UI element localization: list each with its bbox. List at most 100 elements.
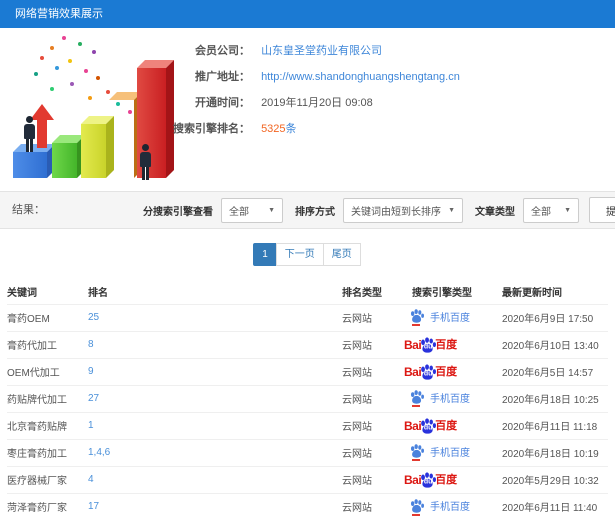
submit-button[interactable]: 提交 bbox=[589, 197, 615, 223]
engine-type-cell: 手机百度 bbox=[402, 303, 502, 331]
updated-cell: 2020年6月18日 10:25 bbox=[502, 384, 608, 412]
rank-cell: 9 bbox=[88, 357, 342, 385]
results-table: 关键词 排名 排名类型 搜索引擎类型 最新更新时间 膏药OEM 25 云网站 手机百度… bbox=[7, 280, 608, 520]
rank-link[interactable]: 27 bbox=[88, 393, 99, 404]
keyword-cell: 药贴牌代加工 bbox=[7, 384, 88, 412]
sort-select-value: 关键词由短到长排序 bbox=[351, 206, 441, 218]
mobile-baidu-logo: 手机百度 bbox=[410, 444, 470, 462]
table-row: 枣庄膏药加工 1,4,6 云网站 手机百度 2020年6月18日 10:19 bbox=[7, 438, 608, 466]
baidu-bai-text: Bai bbox=[404, 473, 422, 487]
rank-cell: 1 bbox=[88, 411, 342, 439]
updated-cell: 2020年6月18日 10:19 bbox=[502, 438, 608, 466]
article-type-select[interactable]: 全部 ▼ bbox=[523, 197, 579, 223]
engine-type-cell: Bai du 百度 bbox=[402, 411, 502, 439]
baidu-paw-icon bbox=[410, 390, 424, 404]
engine-type-cell: 手机百度 bbox=[402, 438, 502, 466]
keyword-cell: 膏药代加工 bbox=[7, 330, 88, 358]
rank-link[interactable]: 17 bbox=[88, 501, 99, 512]
rank-type-cell: 云网站 bbox=[342, 492, 402, 520]
rank-link[interactable]: 9 bbox=[88, 366, 94, 377]
col-rank: 排名 bbox=[88, 288, 108, 300]
mobile-baidu-label: 手机百度 bbox=[430, 312, 470, 324]
rank-cell: 27 bbox=[88, 384, 342, 412]
sort-select[interactable]: 关键词由短到长排序 ▼ bbox=[343, 197, 463, 223]
promo-url-link[interactable]: http://www.shandonghuangshengtang.cn bbox=[261, 71, 460, 83]
engine-type-cell: Bai du 百度 bbox=[402, 330, 502, 358]
keyword-cell: 菏泽膏药厂家 bbox=[7, 492, 88, 520]
baidu-du-text: du bbox=[423, 343, 433, 351]
baidu-logo: Bai du 百度 bbox=[404, 364, 458, 380]
mobile-baidu-logo: 手机百度 bbox=[410, 498, 470, 516]
pagination: 1 下一页 尾页 bbox=[0, 229, 615, 280]
keyword-cell: 膏药OEM bbox=[7, 303, 88, 331]
updated-cell: 2020年6月9日 17:50 bbox=[502, 303, 608, 331]
table-row: 医疗器械厂家 4 云网站 Bai du 百度 2020年5月29日 10:32 bbox=[7, 465, 608, 493]
rank-link[interactable]: 1 bbox=[88, 420, 94, 431]
businessman-figure-left bbox=[22, 116, 37, 152]
mobile-baidu-underline bbox=[412, 324, 420, 327]
baidu-du-text: du bbox=[423, 424, 433, 432]
open-time-value: 2019年11月20日 09:08 bbox=[261, 97, 373, 109]
open-time-label: 开通时间： bbox=[195, 97, 250, 109]
engine-select-value: 全部 bbox=[229, 206, 249, 218]
rank-link[interactable]: 25 bbox=[88, 312, 99, 323]
company-name-link[interactable]: 山东皇圣堂药业有限公司 bbox=[261, 45, 382, 57]
rank-link[interactable]: 8 bbox=[88, 339, 94, 350]
baidu-cn-text: 百度 bbox=[435, 420, 458, 432]
page-1-button[interactable]: 1 bbox=[253, 243, 277, 266]
last-page-button[interactable]: 尾页 bbox=[322, 243, 361, 266]
engine-type-cell: Bai du 百度 bbox=[402, 357, 502, 385]
rank-type-cell: 云网站 bbox=[342, 330, 402, 358]
page-title: 网络营销效果展示 bbox=[15, 8, 103, 20]
chart-bar-green bbox=[52, 135, 85, 178]
engine-select[interactable]: 全部 ▼ bbox=[221, 197, 283, 223]
info-row-url: 推广地址： http://www.shandonghuangshengtang.… bbox=[130, 64, 460, 90]
rank-cell: 8 bbox=[88, 330, 342, 358]
table-row: 药贴牌代加工 27 云网站 手机百度 2020年6月18日 10:25 bbox=[7, 384, 608, 412]
page-header: 网络营销效果展示 bbox=[0, 0, 615, 28]
article-type-label: 文章类型 bbox=[475, 206, 515, 218]
keyword-cell: OEM代加工 bbox=[7, 357, 88, 385]
sort-filter-label: 排序方式 bbox=[295, 206, 335, 218]
keyword-cell: 枣庄膏药加工 bbox=[7, 438, 88, 466]
engine-type-cell: 手机百度 bbox=[402, 492, 502, 520]
rank-type-cell: 云网站 bbox=[342, 303, 402, 331]
rank-link[interactable]: 4 bbox=[88, 474, 94, 485]
baidu-cn-text: 百度 bbox=[435, 339, 458, 351]
keyword-cell: 医疗器械厂家 bbox=[7, 465, 88, 493]
info-row-open-time: 开通时间： 2019年11月20日 09:08 bbox=[130, 90, 460, 116]
next-page-button[interactable]: 下一页 bbox=[275, 243, 324, 266]
promo-url-label: 推广地址： bbox=[195, 71, 250, 83]
info-row-company: 会员公司： 山东皇圣堂药业有限公司 bbox=[130, 38, 460, 64]
updated-cell: 2020年6月5日 14:57 bbox=[502, 357, 608, 385]
filter-bar: 结果： 分搜索引擎查看 全部 ▼ 排序方式 关键词由短到长排序 ▼ 文章类型 全… bbox=[0, 191, 615, 229]
chart-bar-blue bbox=[13, 144, 55, 178]
chevron-down-icon: ▼ bbox=[268, 206, 275, 214]
baidu-logo: Bai du 百度 bbox=[404, 418, 458, 434]
engine-type-cell: Bai du 百度 bbox=[402, 465, 502, 493]
rank-count-unit: 条 bbox=[285, 123, 297, 135]
updated-cell: 2020年6月11日 11:18 bbox=[502, 411, 608, 439]
rank-count-label: 搜索引擎排名： bbox=[173, 123, 250, 135]
baidu-bai-text: Bai bbox=[404, 419, 422, 433]
col-engine-type: 搜索引擎类型 bbox=[412, 288, 472, 300]
chart-bar-yellow bbox=[81, 116, 114, 178]
baidu-du-text: du bbox=[423, 478, 433, 486]
baidu-paw-icon bbox=[410, 498, 424, 513]
col-keyword: 关键词 bbox=[7, 288, 37, 300]
rank-type-cell: 云网站 bbox=[342, 438, 402, 466]
table-row: OEM代加工 9 云网站 Bai du 百度 2020年6月5日 14:57 bbox=[7, 357, 608, 385]
mobile-baidu-underline bbox=[412, 459, 420, 462]
baidu-cn-text: 百度 bbox=[435, 366, 458, 378]
baidu-paw-icon bbox=[410, 309, 424, 323]
results-body: 膏药OEM 25 云网站 手机百度 2020年6月9日 17:50 膏药代加工 8 云网站 Ba… bbox=[7, 303, 608, 520]
baidu-bai-text: Bai bbox=[404, 338, 422, 352]
baidu-logo: Bai du 百度 bbox=[404, 337, 458, 353]
engine-filter-label: 分搜索引擎查看 bbox=[143, 206, 213, 218]
rank-type-cell: 云网站 bbox=[342, 384, 402, 412]
rank-link[interactable]: 1,4,6 bbox=[88, 447, 110, 458]
baidu-bai-text: Bai bbox=[404, 365, 422, 379]
businessman-figure-right bbox=[138, 144, 153, 180]
rank-cell: 1,4,6 bbox=[88, 438, 342, 466]
updated-cell: 2020年6月10日 13:40 bbox=[502, 330, 608, 358]
